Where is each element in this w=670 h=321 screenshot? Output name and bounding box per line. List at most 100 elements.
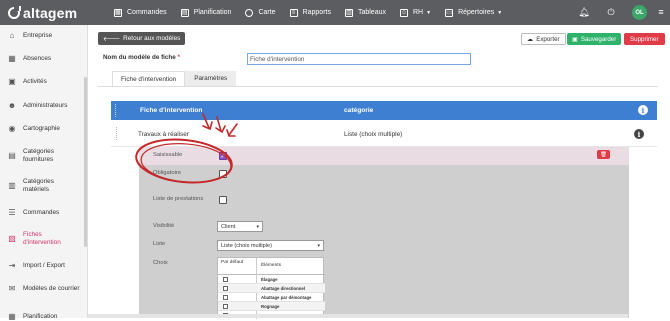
nav-rh[interactable]: ☺ RH ▼	[400, 8, 431, 17]
supplies-icon: ▤	[8, 151, 16, 160]
brand-logo[interactable]: altagem	[8, 5, 98, 21]
info-icon[interactable]: i	[638, 105, 648, 115]
bell-icon[interactable]: 🔔︎	[577, 5, 591, 19]
equipment-icon: ▥	[8, 181, 16, 190]
horizontal-scrollbar[interactable]	[88, 314, 628, 318]
sidebar-item-label: Fiches d'intervention	[23, 231, 61, 246]
visibilite-label: Visibilité	[153, 223, 175, 229]
back-to-templates-button[interactable]: 🡐 Retour aux modèles	[98, 32, 186, 45]
column-header-category: catégorie	[344, 107, 374, 114]
sidebar-item-entreprise[interactable]: ⌂ Entreprise	[0, 31, 53, 40]
choice-label: Rognage	[261, 304, 280, 309]
choix-label: Choix	[153, 260, 168, 266]
default-checkbox[interactable]	[223, 286, 228, 291]
main-content: 🡐 Retour aux modèles ☁ Exporter ▣ Sauvegard…	[88, 25, 670, 319]
template-name-input[interactable]	[247, 53, 471, 65]
delete-button[interactable]: Supprimer	[624, 33, 665, 45]
nav-label: Commandes	[127, 9, 167, 16]
tab-fiche-intervention[interactable]: Fiche d'intervention	[112, 71, 186, 86]
required-mark: *	[177, 54, 180, 61]
sidebar-item-activites[interactable]: ▣ Activités	[0, 77, 47, 86]
column-header-elements: Éléments	[261, 263, 281, 268]
sidebar-item-label: Absences	[23, 54, 52, 62]
power-icon[interactable]: ⏻	[604, 5, 618, 19]
liste-value: Liste (choix multiple)	[221, 242, 272, 249]
field-detail-panel: Saisissable ✓ 🗑︎ Obligatoire Liste de pr…	[139, 147, 629, 319]
drag-handle-icon[interactable]	[116, 127, 118, 140]
export-button[interactable]: ☁ Exporter	[521, 33, 566, 45]
obligatoire-label: Obligatoire	[153, 170, 182, 176]
info-icon[interactable]: i	[634, 129, 644, 139]
default-checkbox[interactable]	[223, 304, 228, 309]
sidebar-item-label: Cartographie	[23, 124, 60, 132]
nav-label: Répertoires	[458, 9, 495, 16]
nav-repertoires[interactable]: ▭ Répertoires ▼	[445, 8, 502, 17]
nav-carte[interactable]: Carte	[245, 8, 276, 17]
map-marker-icon: ◉	[8, 123, 16, 133]
people-icon: ☺	[400, 8, 408, 17]
choice-row[interactable]: Abattage directionnel	[218, 284, 325, 293]
tab-divider	[98, 86, 658, 87]
table-icon: ▥	[344, 8, 353, 17]
saisissable-label: Saisissable	[153, 152, 183, 158]
folder-icon: ▭	[445, 8, 454, 17]
arrow-left-icon: 🡐	[103, 35, 121, 43]
default-checkbox[interactable]	[223, 295, 228, 300]
choices-table-header: Par défaut Éléments	[218, 258, 325, 275]
tab-parametres[interactable]: Paramètres	[185, 71, 237, 86]
logo-mark-icon	[8, 5, 21, 19]
choice-label: Abattage directionnel	[261, 286, 305, 291]
field-name: Travaux à réaliser	[138, 131, 189, 138]
save-icon: ▣	[572, 35, 578, 43]
choice-row[interactable]: Abattage par démontage	[218, 293, 325, 302]
export-label: Exporter	[536, 35, 560, 43]
choice-row[interactable]: Élagage	[218, 275, 325, 284]
visibilite-select[interactable]: Client ▾	[217, 221, 263, 232]
prestations-checkbox[interactable]	[219, 196, 227, 204]
mail-template-icon: ✉	[8, 283, 16, 293]
saisissable-checkbox[interactable]: ✓	[219, 152, 227, 160]
nav-label: Planification	[193, 9, 232, 16]
nav-tableaux[interactable]: ▥ Tableaux	[344, 8, 386, 17]
sidebar-scrollbar[interactable]	[84, 77, 87, 247]
sidebar-item-label: Entreprise	[23, 31, 53, 39]
sidebar-item-absences[interactable]: ▦ Absences	[0, 54, 51, 63]
template-name-label: Nom du modèle de fiche *	[103, 54, 180, 61]
sidebar-item-modeles-courrier[interactable]: ✉ Modèles de courrier	[0, 284, 80, 293]
nav-label: Rapports	[302, 9, 331, 16]
visibilite-value: Client	[221, 223, 236, 230]
sidebar-item-import-export[interactable]: ⇥ Import / Export	[0, 261, 65, 270]
sidebar-item-cartographie[interactable]: ◉ Cartographie	[0, 124, 60, 133]
choice-label: Abattage par démontage	[261, 295, 312, 300]
save-button[interactable]: ▣ Sauvegarder	[567, 33, 622, 45]
sidebar-item-planification[interactable]: ▦ Planification	[0, 312, 57, 321]
default-checkbox[interactable]	[223, 277, 228, 282]
menu-icon[interactable]: ≡	[654, 5, 668, 19]
sidebar-item-administrateurs[interactable]: ☻ Administrateurs	[0, 101, 68, 110]
main-nav: ▦ Commandes ▤ Planification Carte ≡ Rapport…	[114, 8, 516, 17]
nav-planification[interactable]: ▤ Planification	[180, 8, 232, 17]
obligatoire-checkbox[interactable]	[219, 170, 227, 178]
sidebar-item-label: Modèles de courrier	[23, 284, 80, 292]
list-icon: ☰	[8, 207, 16, 217]
sidebar-item-categories-fournitures[interactable]: ▤ Catégories fournitures	[0, 148, 80, 164]
avatar[interactable]: OL	[632, 5, 647, 20]
nav-commandes[interactable]: ▦ Commandes	[114, 8, 167, 17]
brand-name: altagem	[23, 4, 78, 21]
save-label: Sauvegarder	[580, 35, 617, 43]
liste-select[interactable]: Liste (choix multiple) ▾	[217, 240, 324, 251]
sidebar-item-categories-materiels[interactable]: ▥ Catégories matériels	[0, 178, 80, 194]
nav-rapports[interactable]: ≡ Rapports	[289, 8, 331, 17]
sidebar-item-label: Catégories matériels	[23, 178, 54, 193]
choice-row[interactable]: Rognage	[218, 302, 325, 311]
sidebar-item-label: Planification	[23, 312, 58, 320]
planning-icon: ▦	[8, 311, 16, 321]
sidebar-item-fiches-intervention[interactable]: ▧ Fiches d'intervention	[0, 231, 80, 247]
report-icon: ≡	[289, 8, 298, 17]
chevron-down-icon: ▾	[256, 224, 259, 230]
trash-icon[interactable]: 🗑︎	[597, 150, 610, 159]
sidebar-item-commandes[interactable]: ☰ Commandes	[0, 208, 59, 217]
activity-icon: ▣	[8, 76, 16, 86]
table-row[interactable]: Travaux à réaliser Liste (choix multiple…	[111, 120, 657, 147]
sidebar-item-label: Administrateurs	[23, 101, 68, 109]
